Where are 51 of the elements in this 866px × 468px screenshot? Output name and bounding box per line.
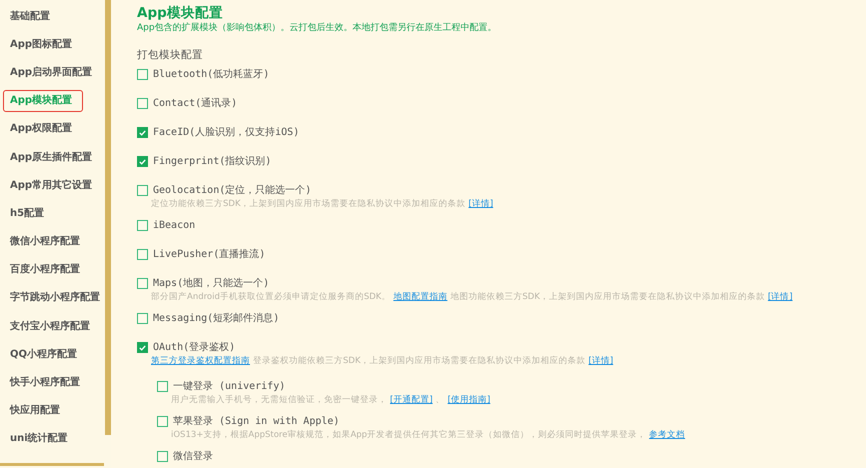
module-label: Bluetooth(低功耗蓝牙) [153, 68, 270, 82]
checkbox[interactable] [137, 69, 148, 80]
sidebar-item[interactable]: h5配置 [3, 202, 52, 224]
sidebar-item[interactable]: 快应用配置 [3, 400, 67, 422]
sidebar-item[interactable]: App权限配置 [3, 118, 80, 140]
checkbox[interactable] [137, 313, 148, 324]
check-icon [139, 344, 146, 350]
checkbox[interactable] [137, 278, 148, 289]
module-label: OAuth(登录鉴权) [153, 340, 236, 355]
section-heading: 打包模块配置 [137, 48, 204, 62]
checkbox[interactable] [137, 98, 148, 109]
check-icon [139, 158, 146, 164]
sidebar-item[interactable]: App原生插件配置 [3, 146, 100, 168]
description-text: 部分国产Android手机获取位置必须申请定位服务商的SDK。 [151, 290, 390, 304]
module-label: Contact(通讯录) [153, 96, 238, 111]
module-label: LivePusher(直播推流) [153, 248, 266, 262]
page-title: App模块配置 [137, 4, 224, 22]
module-label: Geolocation(定位，只能选一个) [153, 184, 312, 198]
description-text: 、 [436, 394, 445, 406]
checkbox[interactable] [137, 249, 148, 260]
sidebar-item[interactable]: uni统计配置 [3, 428, 75, 450]
checkbox[interactable] [157, 381, 168, 392]
module-label: 苹果登录 (Sign in with Apple) [173, 414, 340, 429]
module-label: iBeacon [153, 219, 196, 233]
page-subtitle: App包含的扩展模块（影响包体积）。云打包后生效。本地打包需另行在原生工程中配置。 [137, 22, 498, 34]
module-label: FaceID(人脸识别，仅支持iOS) [153, 126, 300, 140]
check-icon [139, 130, 146, 136]
sidebar-item[interactable]: App常用其它设置 [3, 174, 100, 196]
checkbox[interactable] [157, 416, 168, 427]
description-text: iOS13+支持，根据AppStore审核规范，如果App开发者提供任何其它第三登录（如微信），则必须同时提供苹果登录， [171, 428, 646, 442]
sidebar-item[interactable]: 支付宝小程序配置 [3, 315, 97, 338]
checkbox[interactable] [137, 185, 148, 196]
sidebar-item[interactable]: App启动界面配置 [3, 61, 100, 84]
checkbox[interactable] [137, 342, 148, 353]
checkbox[interactable] [137, 156, 148, 167]
sidebar-item[interactable]: 百度小程序配置 [3, 258, 87, 281]
module-label: 微信登录 [173, 450, 213, 464]
checkbox[interactable] [137, 127, 148, 138]
sidebar-item[interactable]: App图标配置 [3, 33, 80, 56]
checkbox[interactable] [157, 451, 168, 462]
module-label: Maps(地图，只能选一个) [153, 276, 270, 291]
sidebar-item[interactable]: QQ小程序配置 [3, 343, 84, 366]
sidebar-item[interactable]: 基础配置 [3, 5, 57, 28]
sidebar-item[interactable]: 字节跳动小程序配置 [3, 286, 107, 309]
module-label: 一键登录 (univerify) [173, 380, 286, 394]
description-text: 用户无需输入手机号，无需短信验证，免密一键登录， [171, 394, 387, 406]
sidebar-item[interactable]: 快手小程序配置 [3, 372, 87, 394]
module-label: Messaging(短彩邮件消息) [153, 312, 280, 326]
checkbox[interactable] [137, 220, 148, 231]
module-label: Fingerprint(指纹识别) [153, 154, 272, 169]
sidebar-item[interactable]: 微信小程序配置 [3, 230, 87, 253]
